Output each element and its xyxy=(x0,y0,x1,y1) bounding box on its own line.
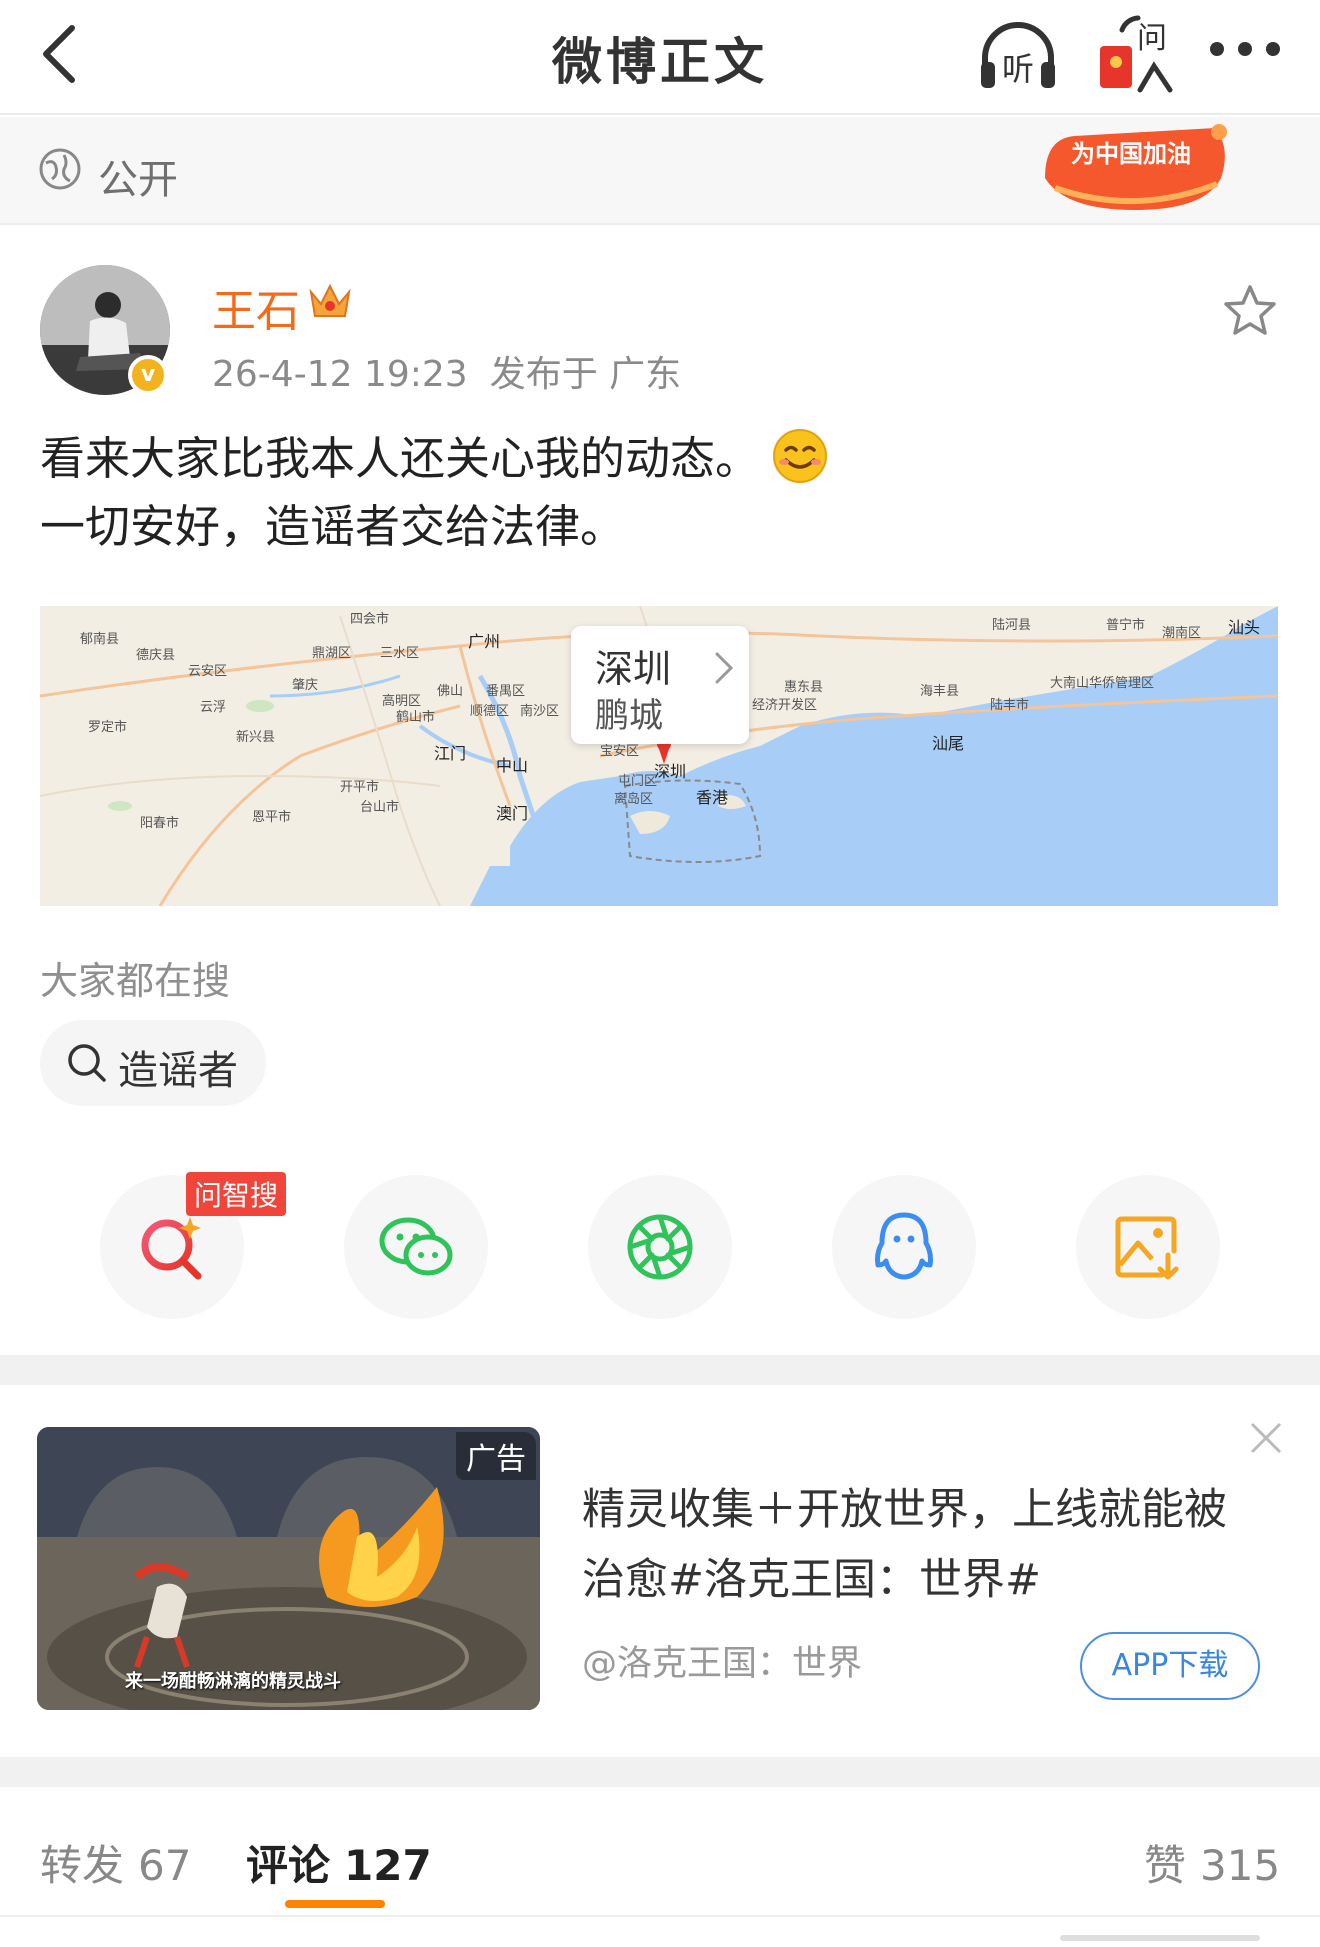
map-label-huidong: 惠东县 xyxy=(784,680,824,695)
tab-like-label: 赞 xyxy=(1144,1841,1187,1890)
active-tab-indicator xyxy=(285,1900,385,1908)
map-label-jingji: 经济开发区 xyxy=(752,698,818,713)
top-nav-bar: 微博正文 听 问 xyxy=(0,0,1320,115)
trending-title: 大家都在搜 xyxy=(40,959,231,1003)
verified-badge-icon: v xyxy=(128,355,168,395)
red-envelope-ask-icon[interactable]: 问 xyxy=(1096,12,1176,98)
map-label-zhaoqing: 肇庆 xyxy=(292,678,319,693)
map-label-puning: 普宁市 xyxy=(1106,618,1146,633)
map-label-shanwei: 汕尾 xyxy=(932,734,965,753)
map-label-dananshan: 大南山华侨管理区 xyxy=(1050,676,1155,691)
map-callout-sub: 鹏城 xyxy=(595,696,663,736)
favorite-star-icon[interactable] xyxy=(1222,283,1278,339)
tab-repost[interactable]: 转发 67 xyxy=(40,1832,191,1893)
headphones-icon[interactable]: 听 xyxy=(975,14,1061,100)
map-label-yunan: 郁南县 xyxy=(80,632,120,647)
post-line-1-text: 看来大家比我本人还关心我的动态。 xyxy=(40,432,761,485)
tab-comment-label: 评论 xyxy=(246,1841,331,1890)
chevron-right-icon xyxy=(715,652,734,684)
map-label-zhongshan: 中山 xyxy=(496,756,529,775)
map-label-lufeng: 陆丰市 xyxy=(990,698,1030,713)
map-label-sanshui: 三水区 xyxy=(380,646,420,661)
map-label-taishan: 台山市 xyxy=(360,800,400,815)
ask-label: 问 xyxy=(1137,21,1167,56)
map-label-panyu: 番禺区 xyxy=(486,684,526,699)
author-name[interactable]: 王石 xyxy=(212,275,300,339)
scroll-indicator xyxy=(1060,1935,1260,1941)
post-time: 26-4-12 19:23 xyxy=(212,354,468,395)
map-label-haifeng: 海丰县 xyxy=(920,684,960,699)
map-label-shunde: 顺德区 xyxy=(470,704,510,719)
map-label-yunfu: 云浮 xyxy=(200,700,227,715)
trending-chip-label: 造谣者 xyxy=(118,1048,238,1094)
map-label-guangzhou: 广州 xyxy=(468,632,501,651)
location-map[interactable]: 四会市 广州 郁南县 德庆县 云安区 鼎湖区 三水区 肇庆 佛山 番禺区 高明区… xyxy=(40,606,1278,906)
search-icon xyxy=(68,1044,106,1082)
post-line-1: 看来大家比我本人还关心我的动态。 xyxy=(40,425,1280,493)
crown-member-icon[interactable] xyxy=(307,278,353,322)
section-divider xyxy=(0,1355,1320,1385)
map-callout-city: 深圳 xyxy=(595,647,672,691)
listen-label: 听 xyxy=(1002,50,1034,88)
post-meta: 26-4-12 19:23 发布于 广东 xyxy=(212,345,681,397)
save-image-icon xyxy=(1115,1216,1179,1280)
tab-comment-count: 127 xyxy=(344,1841,432,1890)
tab-repost-label: 转发 xyxy=(40,1841,125,1890)
ask-search-icon xyxy=(141,1217,202,1280)
map-label-tuenmun: 屯门区 xyxy=(618,774,658,789)
more-dots-icon[interactable] xyxy=(1205,22,1285,82)
tab-like-count: 315 xyxy=(1200,1841,1281,1890)
tab-like[interactable]: 赞 315 xyxy=(1144,1832,1280,1893)
map-label-nansha: 南沙区 xyxy=(520,704,560,719)
map-label-sihui: 四会市 xyxy=(350,612,390,627)
map-label-yunanqu: 云安区 xyxy=(188,664,228,679)
interaction-tabs: 转发 67 评论 127 赞 315 xyxy=(0,1787,1320,1917)
ad-title[interactable]: 精灵收集＋开放世界，上线就能被治愈#洛克王国：世界# xyxy=(582,1475,1262,1615)
map-label-heshan: 鹤山市 xyxy=(396,710,436,725)
ad-tag: 广告 xyxy=(456,1432,536,1480)
map-label-kaiping: 开平市 xyxy=(340,780,380,795)
share-qq-button[interactable] xyxy=(832,1175,976,1319)
tab-comment[interactable]: 评论 127 xyxy=(246,1832,432,1893)
ad-source[interactable]: @洛克王国：世界 xyxy=(582,1635,862,1686)
close-icon[interactable] xyxy=(1248,1420,1284,1456)
map-label-chaonan: 潮南区 xyxy=(1162,626,1202,641)
map-label-dinghu: 鼎湖区 xyxy=(312,646,352,661)
map-label-macau: 澳门 xyxy=(496,804,529,823)
cheer-china-badge[interactable]: 为中国加油 xyxy=(1035,118,1235,218)
map-label-yangchun: 阳春市 xyxy=(140,816,180,831)
map-label-xinxing: 新兴县 xyxy=(236,730,276,745)
map-label-luoding: 罗定市 xyxy=(88,720,128,735)
post-location: 发布于 广东 xyxy=(489,354,682,395)
map-label-enping: 恩平市 xyxy=(252,810,292,825)
map-label-hongkong: 香港 xyxy=(696,788,729,807)
ask-search-tag: 问智搜 xyxy=(186,1172,287,1216)
qq-icon xyxy=(875,1212,933,1280)
wechat-icon xyxy=(379,1217,453,1276)
post-body: 看来大家比我本人还关心我的动态。 一切安好，造谣者交给法律。 xyxy=(40,425,1280,561)
visibility-label: 公开 xyxy=(98,157,178,203)
map-label-lantau: 离岛区 xyxy=(614,792,654,807)
cheer-badge-text: 为中国加油 xyxy=(1071,140,1191,168)
map-label-luhe: 陆河县 xyxy=(992,618,1032,633)
section-divider xyxy=(0,1757,1320,1787)
map-label-jiangmen: 江门 xyxy=(434,744,467,763)
share-save-image-button[interactable] xyxy=(1076,1175,1220,1319)
globe-icon xyxy=(39,148,81,190)
smile-emoji-icon xyxy=(773,429,828,483)
share-wechat-button[interactable] xyxy=(344,1175,488,1319)
map-label-deqing: 德庆县 xyxy=(136,648,176,663)
map-label-foshan: 佛山 xyxy=(437,684,464,699)
tab-repost-count: 67 xyxy=(138,1841,192,1890)
share-moments-button[interactable] xyxy=(588,1175,732,1319)
map-label-shenzhen: 深圳 xyxy=(654,762,687,781)
ad-caption: 来一场酣畅淋漓的精灵战斗 xyxy=(125,1671,341,1692)
trending-search-chip[interactable]: 造谣者 xyxy=(40,1020,266,1106)
app-download-button[interactable]: APP下载 xyxy=(1080,1632,1260,1700)
post-line-2: 一切安好，造谣者交给法律。 xyxy=(40,500,626,553)
moments-icon xyxy=(627,1214,693,1280)
map-label-shantou: 汕头 xyxy=(1228,618,1261,637)
map-location-callout[interactable]: 深圳 鹏城 xyxy=(571,626,749,744)
